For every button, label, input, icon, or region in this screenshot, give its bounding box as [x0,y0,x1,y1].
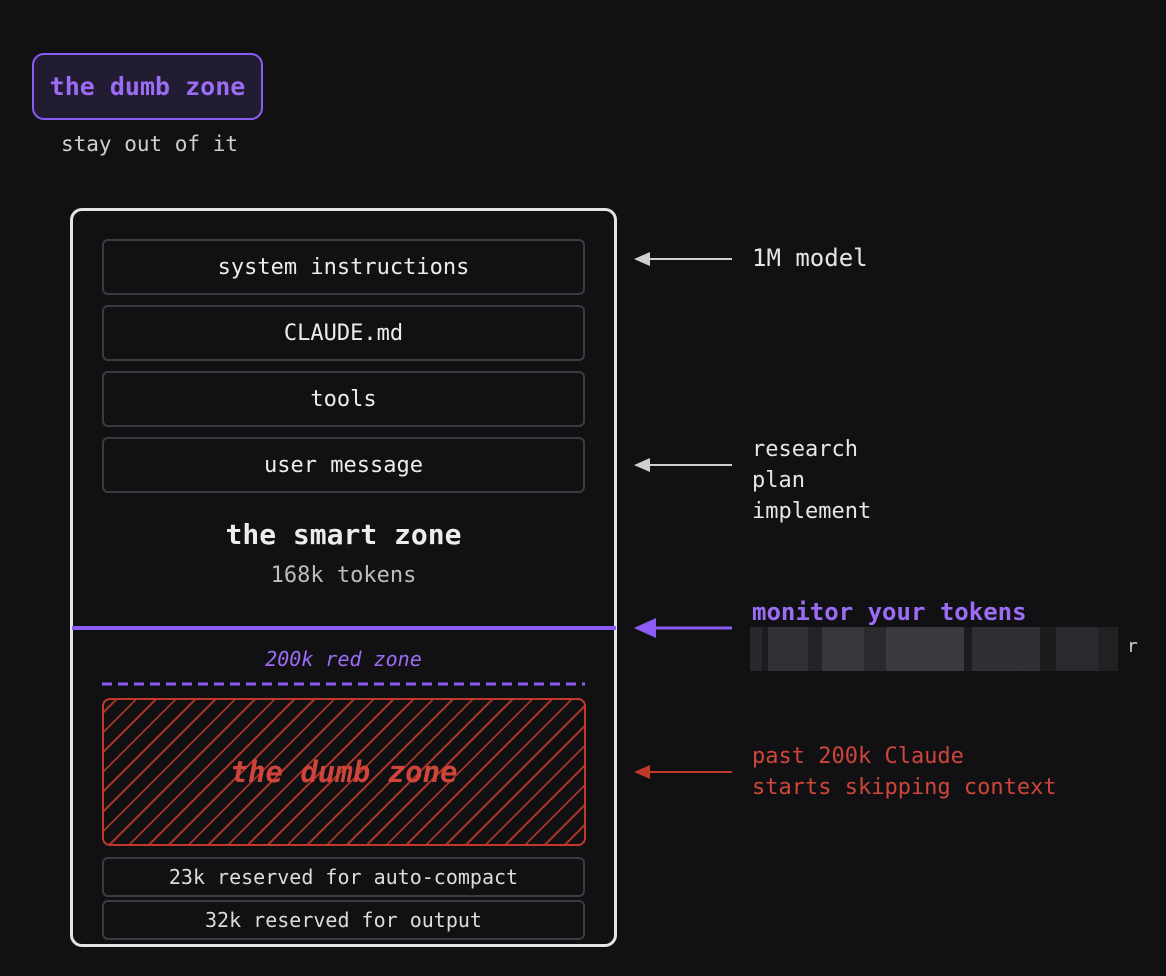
model-arrow-icon [634,252,732,266]
workflow-step-implement: implement [752,499,872,524]
monitor-annotation: monitor your tokens [752,598,1027,626]
redacted-text-block [750,627,1118,671]
workflow-step-research: research [752,437,858,462]
monitor-arrow-icon [634,618,732,638]
model-annotation: 1M model [752,244,868,272]
connector-layer [72,252,732,779]
warning-line-1: past 200k Claude [752,744,964,769]
workflow-step-plan: plan [752,468,805,493]
warning-arrow-icon [634,765,732,779]
redacted-tail-char: r [1127,636,1138,657]
warning-line-2: starts skipping context [752,775,1057,800]
workflow-arrow-icon [634,458,732,472]
